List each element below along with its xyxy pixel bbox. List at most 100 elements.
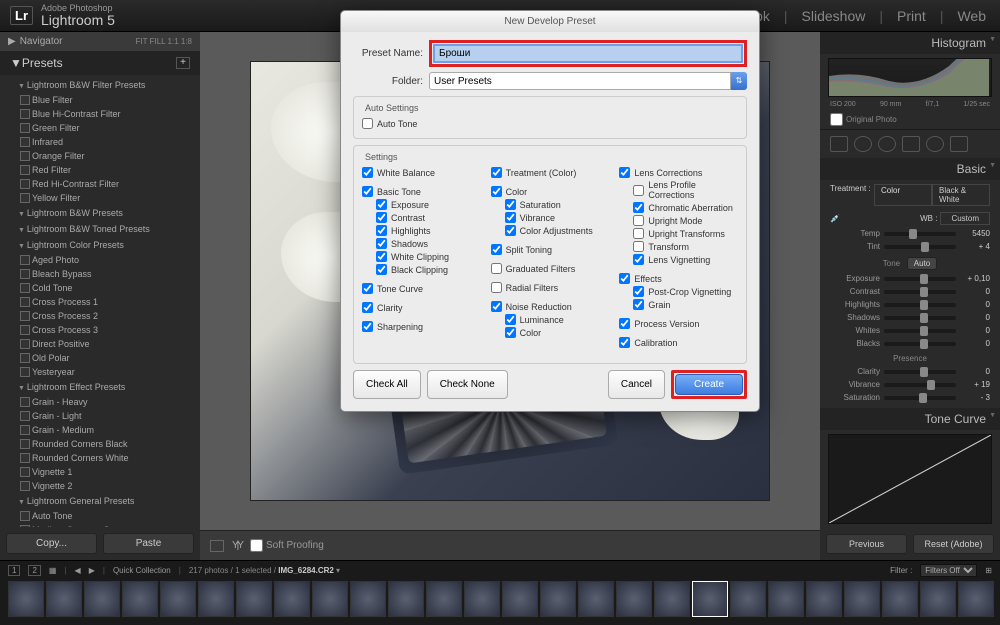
preset-item[interactable]: Auto Tone — [0, 509, 200, 523]
thumbnail[interactable] — [920, 581, 956, 617]
preset-item[interactable]: Grain - Medium — [0, 423, 200, 437]
slider-exposure[interactable]: Exposure+ 0,10 — [820, 272, 1000, 285]
graduated-filter-icon[interactable] — [902, 136, 920, 152]
setting-sub-checkbox[interactable]: Transform — [619, 240, 738, 253]
thumbnail[interactable] — [844, 581, 880, 617]
preset-item[interactable]: Aged Photo — [0, 253, 200, 267]
radial-filter-icon[interactable] — [926, 136, 944, 152]
setting-sub-checkbox[interactable]: Lens Profile Corrections — [619, 179, 738, 201]
setting-sub-checkbox[interactable]: Upright Mode — [619, 214, 738, 227]
preset-item[interactable]: Orange Filter — [0, 149, 200, 163]
thumbnail[interactable] — [578, 581, 614, 617]
preset-item[interactable]: Direct Positive — [0, 337, 200, 351]
preset-item[interactable]: Infrared — [0, 135, 200, 149]
preset-group[interactable]: Lightroom B&W Filter Presets — [0, 77, 200, 93]
treatment-bw[interactable]: Black & White — [932, 184, 990, 206]
setting-checkbox[interactable]: Clarity — [362, 301, 481, 314]
select-arrow-icon[interactable]: ⇅ — [731, 72, 747, 90]
copy-button[interactable]: Copy... — [6, 533, 97, 554]
navigator-header[interactable]: ▶Navigator FIT FILL 1:1 1:8 — [0, 32, 200, 51]
spot-removal-icon[interactable] — [854, 136, 872, 152]
preset-group[interactable]: Lightroom Effect Presets — [0, 379, 200, 395]
wb-picker-icon[interactable]: 💉 — [830, 214, 848, 223]
auto-tone-checkbox[interactable]: Auto Tone — [362, 117, 738, 130]
filmstrip-thumbs[interactable] — [0, 579, 1000, 617]
preset-item[interactable]: Vignette 1 — [0, 465, 200, 479]
preset-item[interactable]: Blue Hi-Contrast Filter — [0, 107, 200, 121]
previous-button[interactable]: Previous — [826, 534, 907, 554]
setting-sub-checkbox[interactable]: Upright Transforms — [619, 227, 738, 240]
module-print[interactable]: Print — [893, 8, 930, 24]
slider-highlights[interactable]: Highlights0 — [820, 298, 1000, 311]
original-photo-checkbox[interactable]: Original Photo — [820, 110, 1000, 129]
crop-tool-icon[interactable] — [830, 136, 848, 152]
before-after-icon[interactable]: Y|Y — [232, 540, 242, 551]
treatment-color[interactable]: Color — [874, 184, 932, 206]
thumbnail[interactable] — [692, 581, 728, 617]
preset-group[interactable]: Lightroom B&W Toned Presets — [0, 221, 200, 237]
second-monitor-1[interactable]: 1 — [8, 565, 20, 576]
collection-name[interactable]: Quick Collection — [113, 566, 171, 575]
thumbnail[interactable] — [84, 581, 120, 617]
setting-checkbox[interactable]: Sharpening — [362, 320, 481, 333]
slider-vibrance[interactable]: Vibrance+ 19 — [820, 378, 1000, 391]
preset-item[interactable]: Red Filter — [0, 163, 200, 177]
presets-header[interactable]: ▼ Presets + — [0, 51, 200, 75]
loupe-view-icon[interactable] — [210, 540, 224, 552]
thumbnail[interactable] — [464, 581, 500, 617]
preset-item[interactable]: Cross Process 1 — [0, 295, 200, 309]
slider-clarity[interactable]: Clarity0 — [820, 365, 1000, 378]
preset-item[interactable]: Rounded Corners Black — [0, 437, 200, 451]
preset-item[interactable]: Yesteryear — [0, 365, 200, 379]
auto-tone-button[interactable]: Auto — [907, 257, 937, 270]
setting-checkbox[interactable]: Process Version — [619, 317, 738, 330]
setting-sub-checkbox[interactable]: Saturation — [491, 198, 610, 211]
check-all-button[interactable]: Check All — [353, 370, 421, 399]
module-slideshow[interactable]: Slideshow — [798, 8, 870, 24]
check-none-button[interactable]: Check None — [427, 370, 508, 399]
thumbnail[interactable] — [768, 581, 804, 617]
setting-sub-checkbox[interactable]: Exposure — [362, 198, 481, 211]
thumbnail[interactable] — [654, 581, 690, 617]
preset-group[interactable]: Lightroom Color Presets — [0, 237, 200, 253]
reset-button[interactable]: Reset (Adobe) — [913, 534, 994, 554]
setting-checkbox[interactable]: Tone Curve — [362, 282, 481, 295]
preset-item[interactable]: Rounded Corners White — [0, 451, 200, 465]
setting-checkbox[interactable]: Radial Filters — [491, 281, 610, 294]
grid-icon[interactable]: ▦ — [49, 566, 57, 575]
wb-dropdown[interactable]: Custom — [940, 212, 990, 225]
preset-item[interactable]: Grain - Heavy — [0, 395, 200, 409]
thumbnail[interactable] — [274, 581, 310, 617]
setting-sub-checkbox[interactable]: Color — [491, 326, 610, 339]
histogram-header[interactable]: Histogram — [820, 32, 1000, 54]
preset-item[interactable]: Red Hi-Contrast Filter — [0, 177, 200, 191]
thumbnail[interactable] — [350, 581, 386, 617]
setting-checkbox[interactable]: Split Toning — [491, 243, 610, 256]
paste-button[interactable]: Paste — [103, 533, 194, 554]
setting-checkbox[interactable]: Basic Tone — [362, 185, 481, 198]
slider-saturation[interactable]: Saturation- 3 — [820, 391, 1000, 404]
preset-tree[interactable]: Lightroom B&W Filter PresetsBlue FilterB… — [0, 75, 200, 527]
thumbnail[interactable] — [236, 581, 272, 617]
create-button[interactable]: Create — [675, 374, 743, 395]
slider-temp[interactable]: Temp5450 — [820, 227, 1000, 240]
preset-item[interactable]: Yellow Filter — [0, 191, 200, 205]
thumbnail[interactable] — [426, 581, 462, 617]
thumbnail[interactable] — [730, 581, 766, 617]
slider-whites[interactable]: Whites0 — [820, 324, 1000, 337]
thumbnail[interactable] — [46, 581, 82, 617]
cancel-button[interactable]: Cancel — [608, 370, 665, 399]
setting-sub-checkbox[interactable]: Luminance — [491, 313, 610, 326]
setting-sub-checkbox[interactable]: Shadows — [362, 237, 481, 250]
second-monitor-2[interactable]: 2 — [28, 565, 40, 576]
preset-item[interactable]: Green Filter — [0, 121, 200, 135]
thumbnail[interactable] — [958, 581, 994, 617]
preset-item[interactable]: Bleach Bypass — [0, 267, 200, 281]
histogram[interactable] — [828, 58, 992, 97]
setting-checkbox[interactable]: Calibration — [619, 336, 738, 349]
slider-shadows[interactable]: Shadows0 — [820, 311, 1000, 324]
setting-checkbox[interactable]: Treatment (Color) — [491, 166, 610, 179]
setting-sub-checkbox[interactable]: White Clipping — [362, 250, 481, 263]
forward-icon[interactable]: ▶ — [89, 566, 95, 575]
setting-sub-checkbox[interactable]: Post-Crop Vignetting — [619, 285, 738, 298]
